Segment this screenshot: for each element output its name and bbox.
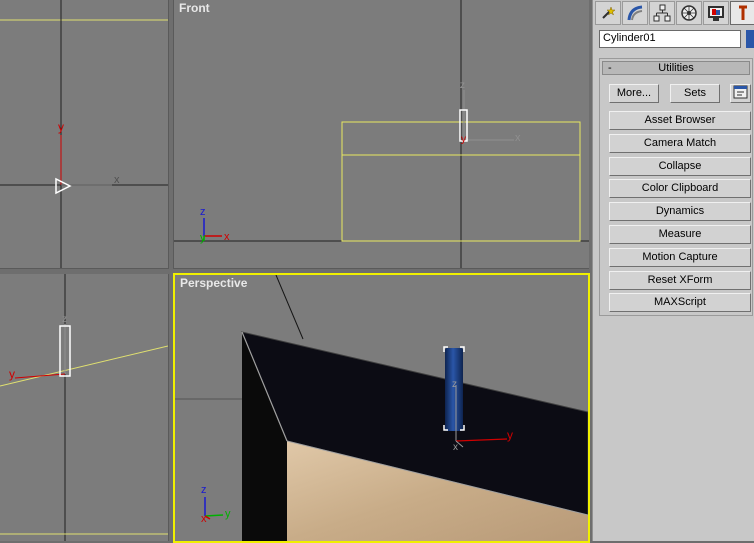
modify-icon xyxy=(627,5,643,21)
configure-sets-icon xyxy=(733,85,748,99)
front-viewport[interactable]: z x y z x y Front xyxy=(173,0,589,269)
world-y-label: y xyxy=(225,508,231,520)
box-edge-left xyxy=(0,345,168,387)
y-axis-label: y xyxy=(461,134,466,145)
create-icon xyxy=(602,6,616,19)
front-viewport-canvas: z x y z x y xyxy=(174,0,589,268)
perspective-viewport-canvas: z y x z y x xyxy=(175,275,588,541)
utility-button-camera-match[interactable]: Camera Match xyxy=(609,133,751,153)
utility-button-collapse[interactable]: Collapse xyxy=(609,156,751,176)
y-axis-label: y xyxy=(58,120,64,134)
tab-create[interactable] xyxy=(595,1,621,25)
world-z-label: z xyxy=(200,206,206,218)
world-x-label: x xyxy=(201,513,207,525)
utility-button-color-clipboard[interactable]: Color Clipboard xyxy=(609,179,751,199)
grid-line xyxy=(275,275,304,340)
tab-modify[interactable] xyxy=(622,1,648,25)
utility-button-measure[interactable]: Measure xyxy=(609,225,751,244)
x-axis-label: x xyxy=(114,174,120,186)
utility-button-motion-capture[interactable]: Motion Capture xyxy=(609,247,751,267)
world-z-label: z xyxy=(201,484,207,496)
configure-button-sets-button[interactable] xyxy=(730,84,751,103)
cylinder-top-view xyxy=(55,177,72,195)
display-icon xyxy=(708,6,724,21)
utility-button-dynamics[interactable]: Dynamics xyxy=(609,202,751,222)
utilities-rollout-title: Utilities xyxy=(658,62,694,74)
world-y-axis xyxy=(204,514,224,517)
object-color-swatch[interactable] xyxy=(746,30,754,48)
utility-button-reset-xform[interactable]: Reset XForm xyxy=(609,270,751,290)
front-viewport-label[interactable]: Front xyxy=(179,1,210,15)
perspective-viewport-label[interactable]: Perspective xyxy=(180,276,247,290)
top-viewport[interactable]: y x xyxy=(0,0,169,269)
left-viewport[interactable]: z y xyxy=(0,274,169,541)
z-axis-label: z xyxy=(62,314,67,325)
z-axis-label: z xyxy=(460,80,465,91)
tab-utilities[interactable] xyxy=(730,1,754,25)
utility-button-maxscript[interactable]: MAXScript xyxy=(609,293,751,313)
left-viewport-canvas: z y xyxy=(0,274,168,541)
x-axis-label: x xyxy=(453,442,458,453)
top-viewport-canvas: y x xyxy=(0,0,168,268)
world-y-label: y xyxy=(200,232,206,244)
tab-motion[interactable] xyxy=(676,1,702,25)
utility-button-asset-browser[interactable]: Asset Browser xyxy=(609,111,751,130)
sets-button[interactable]: Sets xyxy=(670,84,720,103)
more-button[interactable]: More... xyxy=(609,84,659,103)
perspective-viewport[interactable]: z y x z y x Perspective xyxy=(173,273,590,543)
utilities-rollout-header[interactable]: - Utilities xyxy=(602,61,750,75)
y-axis-label: y xyxy=(507,428,513,442)
command-panel: Cylinder01 - Utilities More... Sets Asse… xyxy=(592,0,754,541)
command-panel-tabs xyxy=(593,0,754,26)
hierarchy-icon xyxy=(653,4,671,22)
tab-display[interactable] xyxy=(703,1,729,25)
y-axis-label: y xyxy=(9,367,15,381)
tab-hierarchy[interactable] xyxy=(649,1,675,25)
z-axis-label: z xyxy=(452,379,457,390)
x-axis-label: x xyxy=(515,132,521,144)
motion-icon xyxy=(681,5,697,21)
world-x-label: x xyxy=(224,231,230,243)
utilities-icon xyxy=(738,5,747,20)
object-name-field[interactable]: Cylinder01 xyxy=(599,30,741,48)
y-axis-gizmo xyxy=(14,373,66,379)
